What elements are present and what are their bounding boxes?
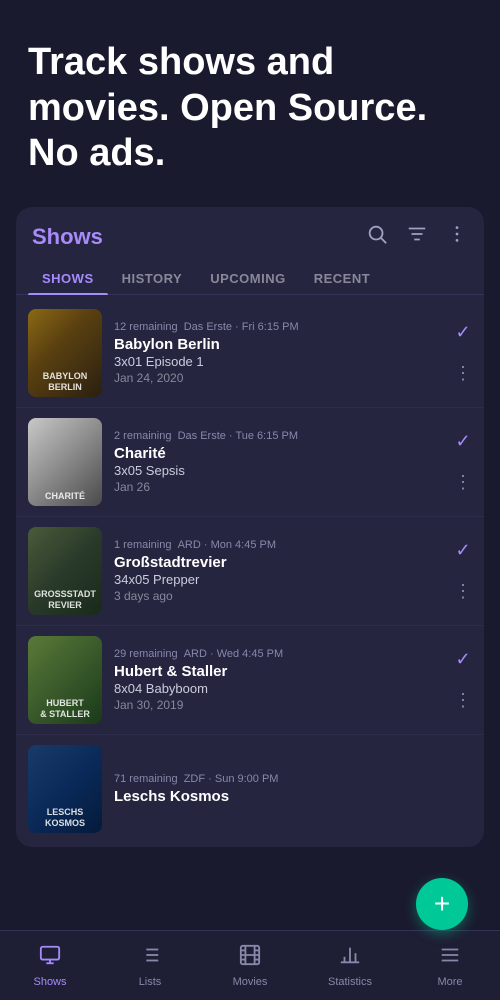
item-more-icon[interactable]: ⋮	[454, 581, 472, 602]
fab-button[interactable]: +	[416, 878, 468, 930]
show-poster: CHARITÉ	[28, 418, 102, 506]
show-list: BABYLONBERLIN 12 remaining Das Erste · F…	[16, 295, 484, 847]
show-meta: 1 remaining ARD · Mon 4:45 PM	[114, 539, 442, 551]
card-header: Shows	[16, 207, 484, 255]
item-more-icon[interactable]: ⋮	[454, 690, 472, 711]
check-icon[interactable]: ✓	[455, 540, 470, 561]
show-date: Jan 26	[114, 480, 442, 494]
statistics-nav-icon	[339, 944, 361, 972]
nav-item-shows[interactable]: Shows	[0, 936, 100, 996]
show-poster: LESCHSKOSMOS	[28, 745, 102, 833]
show-episode: 3x05 Sepsis	[114, 463, 442, 478]
nav-label-more: More	[437, 976, 462, 988]
search-icon[interactable]	[366, 223, 388, 251]
list-item: LESCHSKOSMOS 71 remaining ZDF · Sun 9:00…	[16, 735, 484, 843]
nav-label-movies: Movies	[233, 976, 268, 988]
check-icon[interactable]: ✓	[455, 431, 470, 452]
more-vertical-icon[interactable]	[446, 223, 468, 251]
show-date: 3 days ago	[114, 589, 442, 603]
tab-recent[interactable]: RECENT	[300, 263, 384, 294]
nav-item-statistics[interactable]: Statistics	[300, 936, 400, 996]
nav-label-lists: Lists	[139, 976, 162, 988]
tab-history[interactable]: HISTORY	[108, 263, 197, 294]
poster-label: HUBERT& STALLER	[28, 698, 102, 720]
hero-title: Track shows and movies. Open Source. No …	[28, 40, 472, 177]
show-episode: 3x01 Episode 1	[114, 354, 442, 369]
poster-label: CHARITÉ	[28, 491, 102, 502]
show-info: 29 remaining ARD · Wed 4:45 PM Hubert & …	[114, 648, 442, 712]
show-info: 12 remaining Das Erste · Fri 6:15 PM Bab…	[114, 321, 442, 385]
show-actions: ✓ ⋮	[454, 431, 472, 493]
hero-section: Track shows and movies. Open Source. No …	[0, 0, 500, 207]
show-actions: ✓ ⋮	[454, 649, 472, 711]
nav-item-movies[interactable]: Movies	[200, 936, 300, 996]
show-meta: 12 remaining Das Erste · Fri 6:15 PM	[114, 321, 442, 333]
show-title: Hubert & Staller	[114, 663, 442, 680]
show-episode: 34x05 Prepper	[114, 572, 442, 587]
show-poster: BABYLONBERLIN	[28, 309, 102, 397]
show-actions: ✓ ⋮	[454, 540, 472, 602]
header-icons	[366, 223, 468, 251]
list-item: HUBERT& STALLER 29 remaining ARD · Wed 4…	[16, 626, 484, 735]
show-info: 1 remaining ARD · Mon 4:45 PM Großstadtr…	[114, 539, 442, 603]
show-info: 71 remaining ZDF · Sun 9:00 PM Leschs Ko…	[114, 773, 460, 805]
card-title: Shows	[32, 224, 103, 250]
bottom-nav: Shows Lists	[0, 930, 500, 1000]
app-card: Shows	[16, 207, 484, 847]
tabs-bar: SHOWS HISTORY UPCOMING RECENT	[16, 255, 484, 295]
poster-label: LESCHSKOSMOS	[28, 807, 102, 829]
show-title: Babylon Berlin	[114, 336, 442, 353]
poster-label: BABYLONBERLIN	[28, 371, 102, 393]
show-actions: ✓ ⋮	[454, 322, 472, 384]
show-info: 2 remaining Das Erste · Tue 6:15 PM Char…	[114, 430, 442, 494]
item-more-icon[interactable]: ⋮	[454, 472, 472, 493]
more-nav-icon	[439, 944, 461, 972]
show-meta: 2 remaining Das Erste · Tue 6:15 PM	[114, 430, 442, 442]
filter-icon[interactable]	[406, 223, 428, 251]
list-item: BABYLONBERLIN 12 remaining Das Erste · F…	[16, 299, 484, 408]
show-meta: 29 remaining ARD · Wed 4:45 PM	[114, 648, 442, 660]
tab-shows[interactable]: SHOWS	[28, 263, 108, 294]
show-poster: GROSSSTADTREVIER	[28, 527, 102, 615]
show-meta: 71 remaining ZDF · Sun 9:00 PM	[114, 773, 460, 785]
nav-item-more[interactable]: More	[400, 936, 500, 996]
show-poster: HUBERT& STALLER	[28, 636, 102, 724]
show-title: Leschs Kosmos	[114, 788, 460, 805]
nav-label-statistics: Statistics	[328, 976, 372, 988]
poster-label: GROSSSTADTREVIER	[28, 589, 102, 611]
list-item: CHARITÉ 2 remaining Das Erste · Tue 6:15…	[16, 408, 484, 517]
lists-nav-icon	[139, 944, 161, 972]
shows-nav-icon	[39, 944, 61, 972]
show-title: Charité	[114, 445, 442, 462]
show-title: Großstadtrevier	[114, 554, 442, 571]
nav-item-lists[interactable]: Lists	[100, 936, 200, 996]
show-episode: 8x04 Babyboom	[114, 681, 442, 696]
list-item: GROSSSTADTREVIER 1 remaining ARD · Mon 4…	[16, 517, 484, 626]
show-date: Jan 30, 2019	[114, 698, 442, 712]
movies-nav-icon	[239, 944, 261, 972]
show-date: Jan 24, 2020	[114, 371, 442, 385]
nav-label-shows: Shows	[33, 976, 66, 988]
tab-upcoming[interactable]: UPCOMING	[196, 263, 300, 294]
check-icon[interactable]: ✓	[455, 322, 470, 343]
check-icon[interactable]: ✓	[455, 649, 470, 670]
item-more-icon[interactable]: ⋮	[454, 363, 472, 384]
